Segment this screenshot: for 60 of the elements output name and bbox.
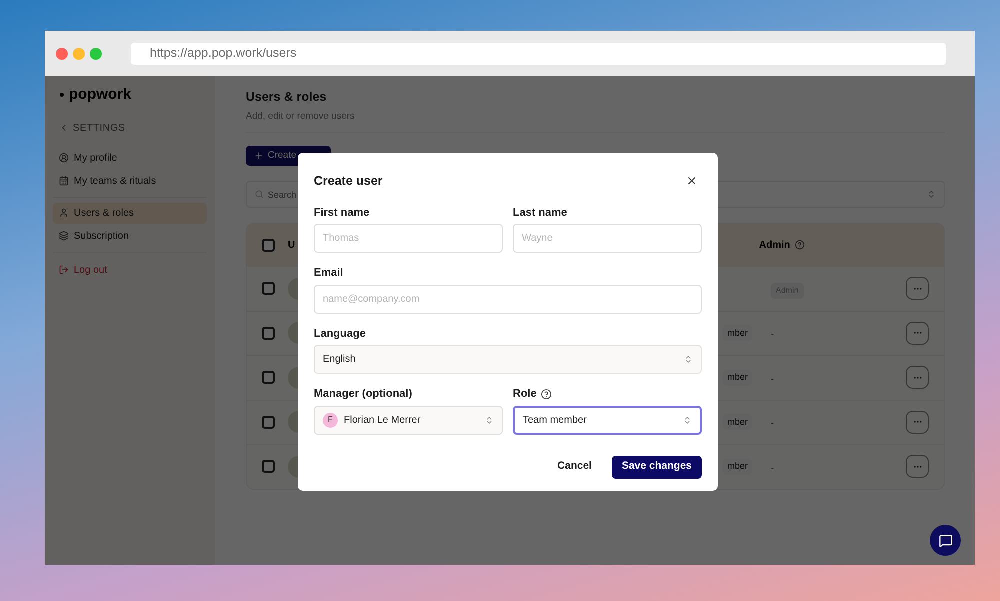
menu-icon xyxy=(59,153,69,163)
dialog-title: Create user xyxy=(314,173,383,190)
checkbox[interactable] xyxy=(262,460,275,474)
more-button[interactable] xyxy=(906,277,929,300)
input-field[interactable]: Wayne xyxy=(513,224,702,254)
chevron-icon xyxy=(684,355,693,364)
more-button[interactable] xyxy=(906,410,929,434)
checkbox[interactable] xyxy=(262,416,275,429)
checkbox[interactable] xyxy=(262,282,275,296)
avatar-initial: F xyxy=(323,412,338,428)
chevron-icon xyxy=(927,190,936,199)
field-label: Last name xyxy=(513,206,568,221)
field-label: First name xyxy=(314,206,370,221)
plus-icon xyxy=(254,151,264,161)
table-cell: - xyxy=(771,329,774,340)
chat-icon xyxy=(938,534,952,548)
column-header: U xyxy=(288,238,296,252)
field-label: Manager (optional) xyxy=(314,387,412,402)
table-cell: - xyxy=(771,374,774,384)
search-icon xyxy=(255,190,264,199)
select-value: English xyxy=(323,353,357,368)
menu-icon xyxy=(59,208,69,218)
select-value: Team member xyxy=(523,414,588,428)
field-label: Email xyxy=(314,266,344,282)
logout-link[interactable]: Log out xyxy=(53,260,207,280)
logout-icon xyxy=(59,265,69,275)
more-button[interactable] xyxy=(906,455,929,478)
page-title: Users & roles xyxy=(246,89,328,106)
select-value: Florian Le Merrer xyxy=(344,414,422,428)
chevron-icon xyxy=(485,416,494,425)
sidebar-item[interactable]: My teams & rituals xyxy=(53,170,207,192)
input-field[interactable]: Thomas xyxy=(314,224,503,254)
checkbox[interactable] xyxy=(262,238,275,252)
table-cell: - xyxy=(771,418,774,428)
close-icon[interactable] xyxy=(686,175,698,188)
cancel-button[interactable]: Cancel xyxy=(552,456,598,479)
help-icon[interactable] xyxy=(540,389,552,400)
select-field[interactable]: English xyxy=(314,345,702,374)
checkbox[interactable] xyxy=(262,371,275,384)
more-button[interactable] xyxy=(906,322,929,345)
table-cell: - xyxy=(771,462,774,473)
menu-icon xyxy=(59,231,69,241)
sidebar-item[interactable]: My profile xyxy=(53,148,207,168)
column-header: Admin xyxy=(759,238,790,252)
save-button[interactable]: Save changes xyxy=(612,456,702,479)
field-label: Language xyxy=(314,326,366,342)
select-field[interactable]: Team member xyxy=(513,406,702,435)
checkbox[interactable] xyxy=(262,326,275,340)
more-button[interactable] xyxy=(906,366,929,390)
sidebar-item[interactable]: Users & roles xyxy=(53,202,207,224)
menu-icon xyxy=(59,176,69,186)
sidebar-item[interactable]: Subscription xyxy=(53,226,207,246)
select-field[interactable]: F Florian Le Merrer xyxy=(314,406,503,435)
chevron-icon xyxy=(683,416,692,425)
input-field[interactable]: name@company.com xyxy=(314,284,702,314)
back-link[interactable]: SETTINGS xyxy=(73,120,126,136)
logo[interactable]: popwork xyxy=(69,84,132,106)
url-bar[interactable]: https://app.pop.work/users xyxy=(131,42,946,64)
chat-button[interactable] xyxy=(930,525,961,556)
field-label: Role xyxy=(513,387,537,402)
